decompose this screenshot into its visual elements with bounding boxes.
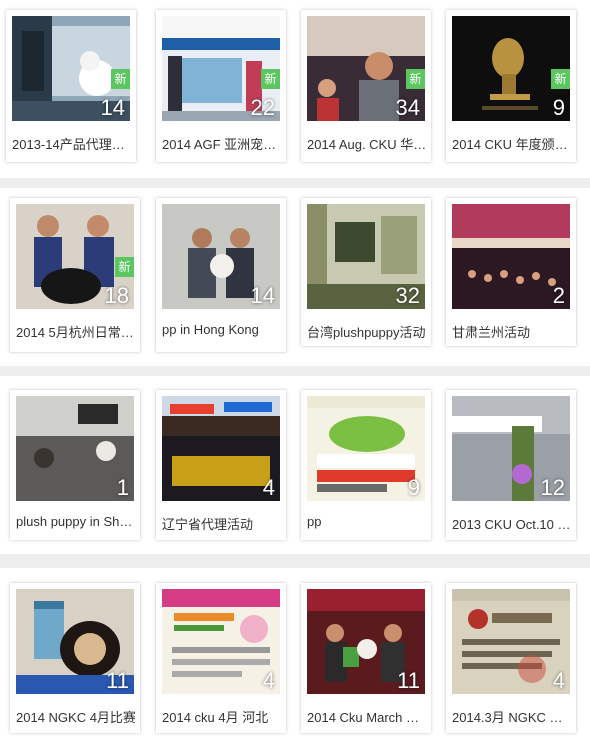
album-title[interactable]: pp in Hong Kong bbox=[162, 322, 282, 337]
album-title[interactable]: 2014.3月 NGKC 广东 bbox=[452, 707, 572, 726]
photo-count: 32 bbox=[395, 283, 420, 308]
album-card[interactable]: 11 2014 Cku March 北京 bbox=[301, 583, 431, 733]
album-thumbnail[interactable]: 11 bbox=[16, 589, 134, 694]
photo-count: 9 bbox=[552, 95, 565, 120]
photo-count: 4 bbox=[262, 668, 275, 693]
album-title[interactable]: 台湾plushpuppy活动 bbox=[307, 322, 427, 341]
album-card[interactable]: 新 34 2014 Aug. CKU 华北区 bbox=[301, 10, 431, 162]
album-thumbnail[interactable]: 4 bbox=[162, 589, 280, 694]
album-thumbnail[interactable]: 4 bbox=[452, 589, 570, 694]
album-title[interactable]: 2014 CKU 年度颁奖典礼 bbox=[452, 134, 572, 153]
album-card[interactable]: 新 22 2014 AGF 亚洲宠物美容协会 bbox=[156, 10, 286, 162]
album-thumbnail[interactable]: 2 bbox=[452, 204, 570, 309]
photo-count: 12 bbox=[540, 475, 565, 500]
photo-count: 14 bbox=[250, 283, 275, 308]
album-thumbnail[interactable]: 新 14 bbox=[12, 16, 130, 121]
album-title[interactable]: 辽宁省代理活动 bbox=[162, 514, 282, 533]
album-thumbnail[interactable]: 11 bbox=[307, 589, 425, 694]
album-title[interactable]: plush puppy in Shanghai bbox=[16, 514, 136, 529]
album-title[interactable]: 2014 cku 4月 河北 bbox=[162, 707, 282, 726]
photo-count: 34 bbox=[395, 95, 420, 120]
photo-count: 9 bbox=[407, 475, 420, 500]
album-card[interactable]: 2 甘肃兰州活动 bbox=[446, 198, 576, 346]
album-card[interactable]: 新 14 2013-14产品代理商大会 bbox=[6, 10, 136, 162]
album-card[interactable]: 新 18 2014 5月杭州日常活动 bbox=[10, 198, 140, 352]
photo-count: 2 bbox=[552, 283, 565, 308]
album-thumbnail[interactable]: 9 bbox=[307, 396, 425, 501]
album-card[interactable]: 32 台湾plushpuppy活动 bbox=[301, 198, 431, 346]
photo-count: 4 bbox=[262, 475, 275, 500]
photo-count: 4 bbox=[552, 668, 565, 693]
album-card[interactable]: 12 2013 CKU Oct.10 比赛 bbox=[446, 390, 576, 540]
photo-count: 18 bbox=[104, 283, 129, 308]
photo-count: 11 bbox=[106, 668, 129, 693]
photo-count: 1 bbox=[116, 475, 129, 500]
new-badge: 新 bbox=[111, 69, 130, 89]
new-badge: 新 bbox=[406, 69, 425, 89]
album-thumbnail[interactable]: 新 18 bbox=[16, 204, 134, 309]
new-badge: 新 bbox=[261, 69, 280, 89]
album-thumbnail[interactable]: 新 22 bbox=[162, 16, 280, 121]
album-title[interactable]: 2014 AGF 亚洲宠物美容协会 bbox=[162, 134, 282, 153]
album-title[interactable]: 2014 Aug. CKU 华北区 bbox=[307, 134, 427, 153]
photo-count: 14 bbox=[100, 95, 125, 120]
new-badge: 新 bbox=[115, 257, 134, 277]
album-card[interactable]: 4 2014 cku 4月 河北 bbox=[156, 583, 286, 733]
album-thumbnail[interactable]: 4 bbox=[162, 396, 280, 501]
album-thumbnail[interactable]: 1 bbox=[16, 396, 134, 501]
album-card[interactable]: 4 2014.3月 NGKC 广东 bbox=[446, 583, 576, 733]
album-thumbnail[interactable]: 14 bbox=[162, 204, 280, 309]
album-title[interactable]: 2013-14产品代理商大会 bbox=[12, 134, 132, 153]
album-thumbnail[interactable]: 12 bbox=[452, 396, 570, 501]
album-title[interactable]: pp bbox=[307, 514, 427, 529]
album-thumbnail[interactable]: 新 34 bbox=[307, 16, 425, 121]
album-thumbnail[interactable]: 新 9 bbox=[452, 16, 570, 121]
album-card[interactable]: 4 辽宁省代理活动 bbox=[156, 390, 286, 540]
album-card[interactable]: 新 9 2014 CKU 年度颁奖典礼 bbox=[446, 10, 576, 162]
album-title[interactable]: 2014 NGKC 4月比赛 bbox=[16, 707, 136, 726]
album-title[interactable]: 2014 5月杭州日常活动 bbox=[16, 322, 136, 341]
album-card[interactable]: 11 2014 NGKC 4月比赛 bbox=[10, 583, 140, 733]
album-card[interactable]: 1 plush puppy in Shanghai bbox=[10, 390, 140, 540]
new-badge: 新 bbox=[551, 69, 570, 89]
album-card[interactable]: 9 pp bbox=[301, 390, 431, 540]
album-title[interactable]: 2014 Cku March 北京 bbox=[307, 707, 427, 726]
album-title[interactable]: 2013 CKU Oct.10 比赛 bbox=[452, 514, 572, 533]
photo-count: 22 bbox=[250, 95, 275, 120]
album-title[interactable]: 甘肃兰州活动 bbox=[452, 322, 572, 341]
photo-count: 11 bbox=[397, 668, 420, 693]
album-card[interactable]: 14 pp in Hong Kong bbox=[156, 198, 286, 352]
album-thumbnail[interactable]: 32 bbox=[307, 204, 425, 309]
